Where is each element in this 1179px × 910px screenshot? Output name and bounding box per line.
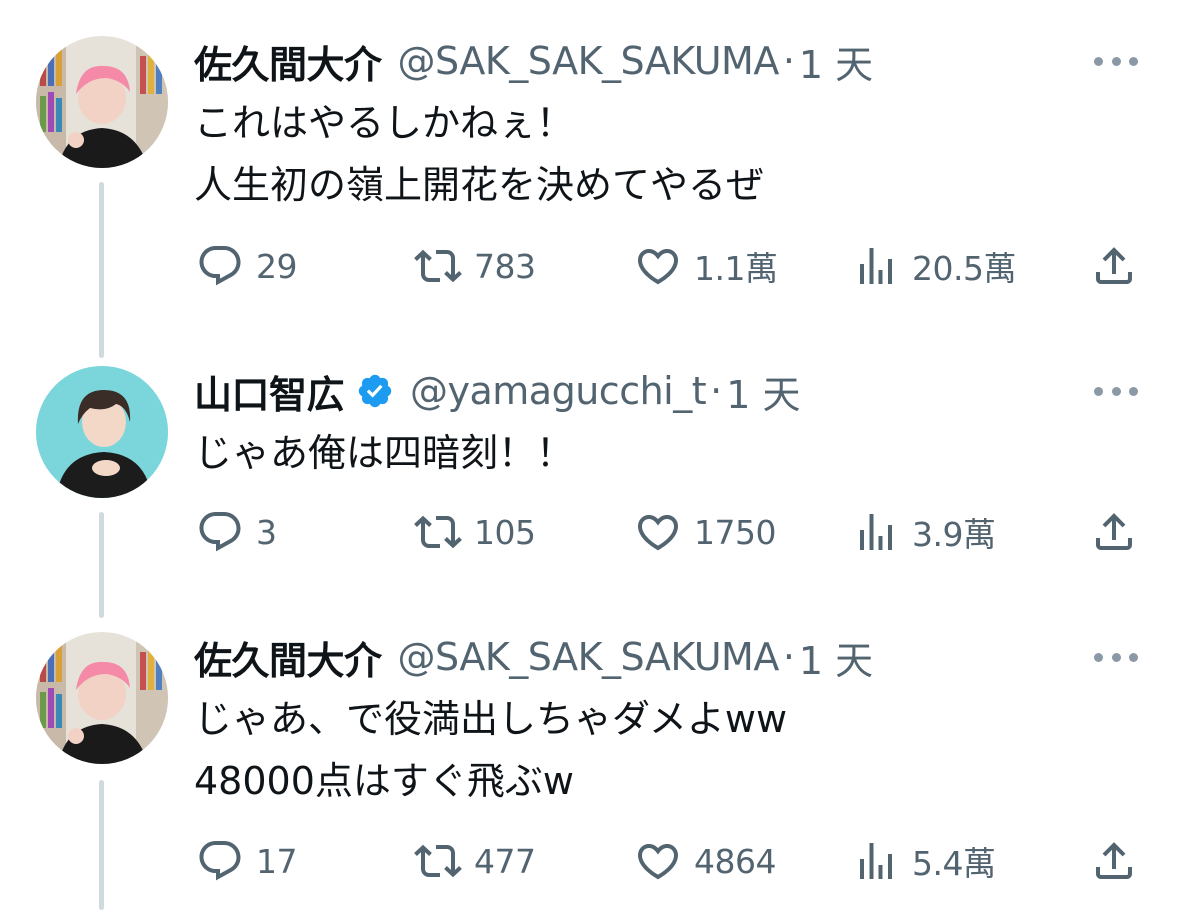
reply-icon <box>199 512 241 552</box>
like-count: 1750 <box>694 512 776 552</box>
retweet-count: 783 <box>474 246 536 286</box>
separator-dot: · <box>782 39 795 83</box>
separator-dot: · <box>710 369 723 413</box>
separator-dot: · <box>782 635 795 679</box>
tweet-text: じゃあ、で役満出しちゃダメよww 48000点はすぐ飛ぶw <box>194 688 787 812</box>
retweet-count: 477 <box>474 841 536 881</box>
retweet-button[interactable]: 105 <box>414 507 536 557</box>
reply-button[interactable]: 17 <box>196 836 298 886</box>
display-name[interactable]: 山口智広 <box>194 364 345 419</box>
avatar-image <box>36 36 168 168</box>
share-icon <box>1096 842 1132 879</box>
avatar-image <box>36 632 168 764</box>
like-count: 1.1萬 <box>694 249 778 288</box>
share-button[interactable] <box>1090 507 1138 557</box>
views-count: 20.5萬 <box>912 249 1016 288</box>
reply-button[interactable]: 3 <box>196 507 277 557</box>
tweet-text-line: じゃあ、で役満出しちゃダメよww <box>194 697 788 741</box>
timestamp[interactable]: 1 天 <box>726 364 800 419</box>
avatar-image <box>36 366 168 498</box>
user-handle[interactable]: @yamagucchi_t <box>410 369 707 413</box>
like-button[interactable]: 1750 <box>634 507 776 557</box>
views-icon <box>860 248 892 284</box>
tweet-text-line: これはやるしかねぇ！ <box>194 101 575 145</box>
share-button[interactable] <box>1090 241 1138 291</box>
timestamp[interactable]: 1 天 <box>799 34 873 89</box>
more-icon[interactable] <box>1094 54 1138 68</box>
retweet-count: 105 <box>474 512 536 552</box>
avatar-yamaguchi[interactable] <box>36 366 168 498</box>
views-count: 3.9萬 <box>912 515 996 554</box>
views-count: 5.4萬 <box>912 844 996 883</box>
retweet-button[interactable]: 783 <box>414 241 536 291</box>
action-bar: 17 477 4864 5.4萬 <box>0 836 1179 886</box>
reply-count: 3 <box>256 512 277 552</box>
retweet-icon <box>414 844 462 878</box>
share-button[interactable] <box>1090 836 1138 886</box>
reply-button[interactable]: 29 <box>196 241 298 291</box>
avatar-sakuma[interactable] <box>36 632 168 764</box>
views-icon <box>860 843 892 879</box>
like-button[interactable]: 4864 <box>634 836 776 886</box>
tweet-text: じゃあ俺は四暗刻！！ <box>194 422 574 484</box>
timestamp[interactable]: 1 天 <box>799 630 873 685</box>
heart-icon <box>637 515 679 551</box>
share-icon <box>1096 247 1132 284</box>
reply-icon <box>199 246 241 286</box>
tweet-header: 山口智広 @yamagucchi_t · 1 天 <box>194 364 800 419</box>
action-bar: 3 105 1750 3.9萬 <box>0 507 1179 557</box>
user-handle[interactable]: @SAK_SAK_SAKUMA <box>398 39 780 83</box>
tweet-text-line: 人生初の嶺上開花を決めてやるぜ <box>194 163 765 207</box>
like-count: 4864 <box>694 841 776 881</box>
avatar-sakuma[interactable] <box>36 36 168 168</box>
heart-icon <box>637 249 679 285</box>
reply-icon <box>199 841 241 881</box>
tweet-text: これはやるしかねぇ！ 人生初の嶺上開花を決めてやるぜ <box>194 92 764 216</box>
tweet-header: 佐久間大介 @SAK_SAK_SAKUMA · 1 天 <box>194 34 873 89</box>
views-button[interactable]: 3.9萬 <box>852 507 996 557</box>
reply-count: 17 <box>256 841 298 881</box>
more-icon[interactable] <box>1094 384 1138 398</box>
retweet-button[interactable]: 477 <box>414 836 536 886</box>
tweet-header: 佐久間大介 @SAK_SAK_SAKUMA · 1 天 <box>194 630 873 685</box>
views-button[interactable]: 20.5萬 <box>852 241 1016 291</box>
views-icon <box>860 514 892 550</box>
retweet-icon <box>414 249 462 283</box>
verified-badge-icon <box>356 372 394 410</box>
heart-icon <box>637 844 679 880</box>
display-name[interactable]: 佐久間大介 <box>194 34 382 89</box>
share-icon <box>1096 513 1132 550</box>
tweet-text-line: じゃあ俺は四暗刻！！ <box>194 431 575 475</box>
user-handle[interactable]: @SAK_SAK_SAKUMA <box>398 635 780 679</box>
reply-count: 29 <box>256 246 298 286</box>
display-name[interactable]: 佐久間大介 <box>194 630 382 685</box>
more-icon[interactable] <box>1094 650 1138 664</box>
retweet-icon <box>414 515 462 549</box>
action-bar: 29 783 1.1萬 20.5萬 <box>0 241 1179 291</box>
views-button[interactable]: 5.4萬 <box>852 836 996 886</box>
like-button[interactable]: 1.1萬 <box>634 241 778 291</box>
tweet-text-line: 48000点はすぐ飛ぶw <box>194 759 574 803</box>
